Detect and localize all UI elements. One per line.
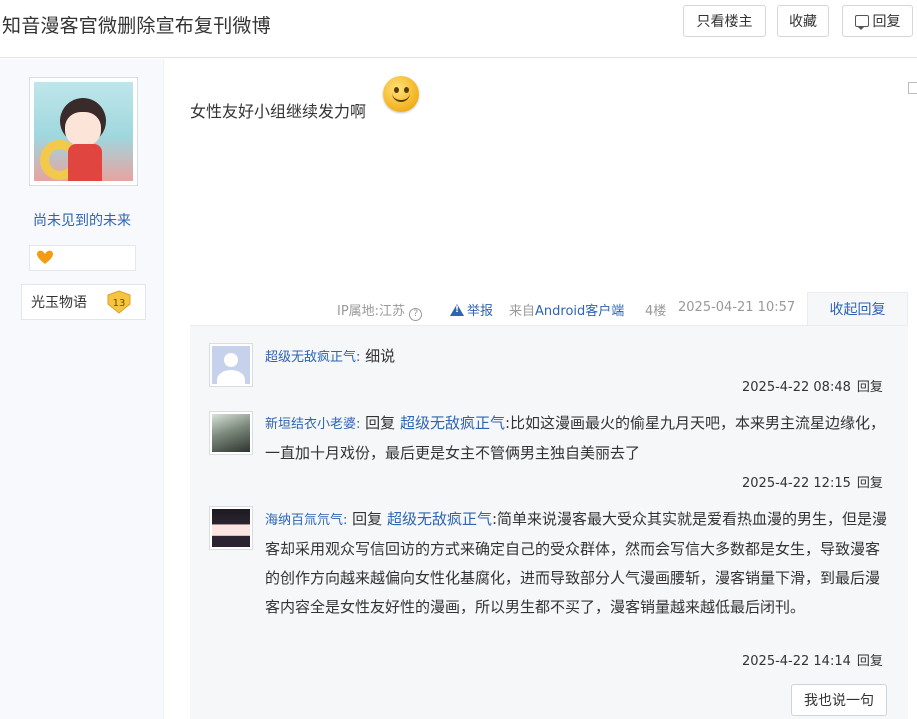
reply-icon [854, 15, 869, 30]
anime-avatar [212, 509, 250, 547]
reply-username[interactable]: 超级无敌疯正气: [265, 350, 360, 365]
reply-time: 2025-4-22 12:15 [742, 476, 851, 491]
collapse-replies-button[interactable]: 收起回复 [807, 292, 908, 326]
reply-time: 2025-4-22 08:48 [742, 380, 851, 395]
source-prefix: 来自 [509, 304, 536, 319]
thread-title: 知音漫客官微删除宣布复刊微博 [2, 15, 271, 37]
reply-avatar[interactable] [209, 506, 253, 550]
reply-meta: 2025-4-22 12:15 回复 [742, 472, 883, 491]
level-shield-icon: 13 [107, 290, 131, 314]
floor-number: 4楼 [645, 304, 667, 319]
reply-prefix: 回复 [365, 414, 396, 432]
reply-link[interactable]: 回复 [857, 654, 883, 669]
level-number: 13 [113, 298, 126, 309]
reply-meta: 2025-4-22 14:14 回复 [742, 650, 883, 669]
report-link[interactable]: 举报 [450, 300, 493, 319]
side-tool-icon[interactable] [908, 82, 917, 94]
reply-link[interactable]: 回复 [857, 476, 883, 491]
smiley-face-emoji-icon [383, 76, 419, 112]
thread-header: 知音漫客官微删除宣布复刊微博 只看楼主 收藏 回复 [0, 0, 917, 58]
fan-badge-icon [37, 250, 53, 264]
reply-link[interactable]: 回复 [857, 380, 883, 395]
source-client-link[interactable]: Android客户端 [535, 304, 624, 319]
default-avatar-icon [212, 346, 250, 384]
author-name[interactable]: 尚未见到的未来 [0, 210, 164, 230]
help-icon[interactable]: ? [409, 308, 423, 321]
author-badge-row [29, 245, 136, 271]
post-source: 来自Android客户端 [509, 300, 624, 319]
list-item: 超级无敌疯正气: 细说 [265, 342, 890, 372]
photo-avatar [212, 414, 250, 452]
only-op-button[interactable]: 只看楼主 [683, 5, 766, 37]
reply-username[interactable]: 新垣结衣小老婆: [265, 417, 360, 432]
reply-avatar[interactable] [209, 411, 253, 455]
reply-text: 细说 [365, 347, 396, 365]
reply-username[interactable]: 海纳百氚氘气: [265, 513, 347, 528]
reply-mention[interactable]: 超级无敌疯正气 [400, 414, 505, 432]
avatar-image [34, 82, 133, 181]
reply-prefix: 回复 [352, 510, 383, 528]
post-content: 女性友好小组继续发力啊 [190, 102, 367, 121]
forum-badge-name: 光玉物语 [31, 295, 87, 311]
favorite-button[interactable]: 收藏 [777, 5, 829, 37]
say-something-button[interactable]: 我也说一句 [791, 684, 887, 716]
forum-level-badge[interactable]: 光玉物语 13 [21, 284, 146, 320]
reply-time: 2025-4-22 14:14 [742, 654, 851, 669]
ip-location: IP属地:江苏 ? [337, 300, 423, 321]
author-avatar[interactable] [29, 77, 138, 186]
warning-icon [450, 303, 464, 316]
report-label: 举报 [467, 304, 494, 319]
reply-button[interactable]: 回复 [842, 5, 913, 37]
reply-button-label: 回复 [872, 14, 901, 30]
reply-meta: 2025-4-22 08:48 回复 [742, 376, 883, 395]
list-item: 新垣结衣小老婆: 回复 超级无敌疯正气:比如这漫画最火的偷星九月天吧，本来男主流… [265, 409, 890, 468]
reply-avatar[interactable] [209, 343, 253, 387]
list-item: 海纳百氚氘气: 回复 超级无敌疯正气:简单来说漫客最大受众其实就是爱看热血漫的男… [265, 505, 890, 622]
author-sidebar: 尚未见到的未来 光玉物语 13 [0, 59, 164, 719]
ip-location-text: IP属地:江苏 [337, 304, 406, 319]
post-time: 2025-04-21 10:57 [678, 300, 796, 315]
reply-mention[interactable]: 超级无敌疯正气 [387, 510, 492, 528]
